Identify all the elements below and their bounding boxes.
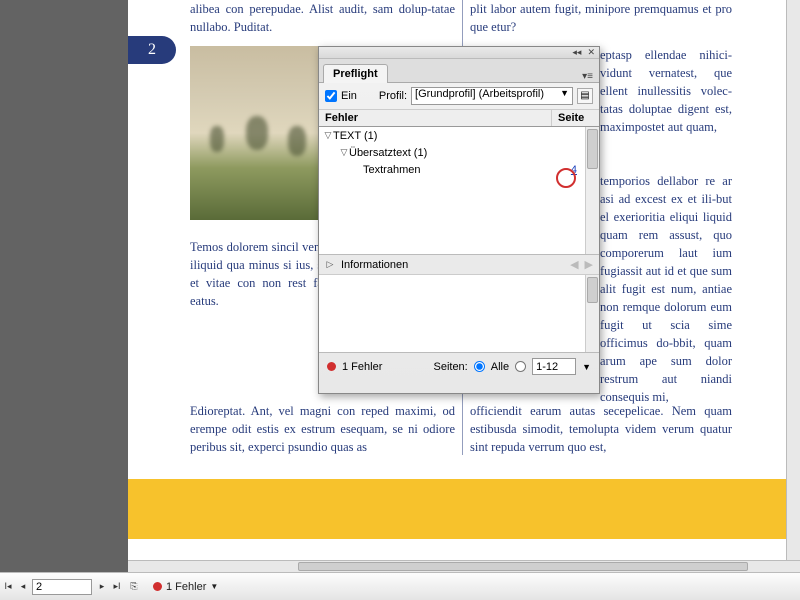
preflight-panel: ◂◂ ✕ Preflight ▾≡ Ein Profil: [Grundprof… bbox=[318, 46, 600, 394]
error-count: 1 Fehler bbox=[342, 361, 382, 373]
status-bar: I◂ ◂ ▸ ▸I ⎘ 1 Fehler ▼ bbox=[0, 572, 800, 600]
footer-band bbox=[128, 479, 800, 539]
disclosure-triangle-icon[interactable]: ▽ bbox=[323, 130, 333, 141]
horizontal-scrollbar[interactable] bbox=[128, 560, 800, 572]
list-scrollbar[interactable] bbox=[585, 127, 599, 254]
close-icon[interactable]: ✕ bbox=[587, 47, 595, 58]
vertical-scrollbar[interactable] bbox=[786, 0, 800, 560]
col-header-fehler[interactable]: Fehler bbox=[319, 110, 551, 126]
preflight-enable-checkbox[interactable] bbox=[325, 90, 337, 102]
tree-row-root[interactable]: ▽ TEXT (1) bbox=[319, 127, 599, 144]
scrollbar-thumb[interactable] bbox=[298, 562, 748, 571]
page-number-field[interactable] bbox=[32, 579, 92, 595]
tab-preflight[interactable]: Preflight bbox=[323, 64, 388, 83]
profile-label: Profil: bbox=[379, 90, 407, 102]
page-number-badge: 2 bbox=[128, 36, 176, 64]
pages-range-field[interactable] bbox=[532, 358, 576, 375]
info-scrollbar[interactable] bbox=[585, 275, 599, 352]
col-header-seite[interactable]: Seite bbox=[551, 110, 599, 126]
next-icon[interactable]: ▶ bbox=[585, 258, 593, 271]
error-list: ▽ TEXT (1) ▽ Übersatztext (1) Textrahmen… bbox=[319, 127, 599, 255]
panel-tabs: Preflight ▾≡ bbox=[319, 59, 599, 83]
body-text: alibea con perepudae. Alist audit, sam d… bbox=[190, 0, 455, 36]
body-text: eptasp ellendae nihici-vidunt vernatest,… bbox=[600, 46, 732, 136]
chevron-down-icon: ▼ bbox=[560, 88, 569, 98]
last-page-button[interactable]: ▸I bbox=[110, 580, 124, 594]
pages-all-radio[interactable] bbox=[474, 361, 485, 372]
prev-icon[interactable]: ◀ bbox=[570, 258, 578, 271]
scrollbar-thumb[interactable] bbox=[587, 277, 598, 303]
preflight-enable-label: Ein bbox=[341, 90, 357, 102]
panel-titlebar[interactable]: ◂◂ ✕ bbox=[319, 47, 599, 59]
profile-embed-icon[interactable]: ▤ bbox=[577, 88, 593, 104]
panel-menu-icon[interactable]: ▾≡ bbox=[576, 71, 599, 82]
scrollbar-thumb[interactable] bbox=[587, 129, 598, 169]
error-dot-icon bbox=[327, 362, 336, 371]
body-text: temporios dellabor re ar asi ad excest e… bbox=[600, 172, 732, 406]
chevron-down-icon[interactable]: ▼ bbox=[582, 362, 591, 372]
error-list-header: Fehler Seite bbox=[319, 110, 599, 127]
inline-photo bbox=[190, 46, 318, 220]
open-page-button[interactable]: ⎘ bbox=[125, 580, 143, 594]
body-text: plit labor autem fugit, minipore premqua… bbox=[470, 0, 732, 36]
annotation-circle bbox=[556, 168, 576, 188]
panel-footer: 1 Fehler Seiten: Alle ▼ bbox=[319, 353, 599, 380]
pages-all-label: Alle bbox=[491, 361, 509, 373]
pages-label: Seiten: bbox=[433, 361, 467, 373]
tree-label: Übersatztext (1) bbox=[349, 147, 427, 159]
status-error-text[interactable]: 1 Fehler bbox=[166, 581, 206, 593]
tree-label: TEXT (1) bbox=[333, 130, 377, 142]
error-dot-icon bbox=[153, 582, 162, 591]
info-section-header[interactable]: ▷ Informationen ◀ ▶ bbox=[319, 255, 599, 275]
status-dropdown-icon[interactable]: ▼ bbox=[210, 582, 218, 591]
prev-page-button[interactable]: ◂ bbox=[16, 580, 30, 594]
body-text: Edioreptat. Ant, vel magni con reped max… bbox=[190, 402, 455, 456]
next-page-button[interactable]: ▸ bbox=[95, 580, 109, 594]
body-text: officiendit earum autas secepelicae. Nem… bbox=[470, 402, 732, 456]
profile-dropdown[interactable]: [Grundprofil] (Arbeitsprofil) ▼ bbox=[411, 87, 573, 105]
profile-value: [Grundprofil] (Arbeitsprofil) bbox=[415, 88, 544, 100]
first-page-button[interactable]: I◂ bbox=[1, 580, 15, 594]
collapse-icon[interactable]: ◂◂ bbox=[572, 47, 581, 58]
panel-profile-row: Ein Profil: [Grundprofil] (Arbeitsprofil… bbox=[319, 83, 599, 110]
tree-row-child[interactable]: ▽ Übersatztext (1) bbox=[319, 144, 599, 161]
disclosure-triangle-icon[interactable]: ▽ bbox=[339, 147, 349, 158]
pages-range-radio[interactable] bbox=[515, 361, 526, 372]
info-label: Informationen bbox=[341, 259, 408, 271]
disclosure-triangle-icon[interactable]: ▷ bbox=[325, 259, 335, 270]
info-body bbox=[319, 275, 599, 353]
tree-label: Textrahmen bbox=[363, 164, 420, 176]
